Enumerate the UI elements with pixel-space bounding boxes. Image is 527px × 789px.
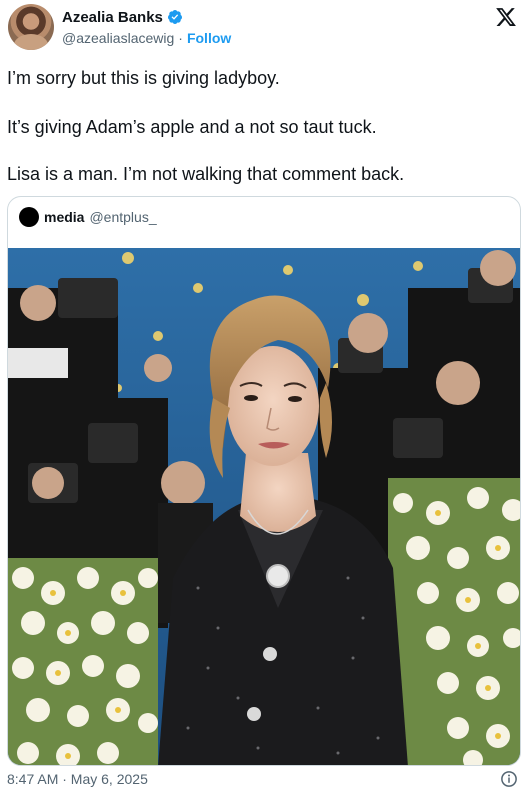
tweet-text-line-1: I’m sorry but this is giving ladyboy.	[7, 68, 280, 88]
timestamp-text[interactable]: 8:47 AM · May 6, 2025	[7, 771, 148, 787]
author-avatar[interactable]	[8, 4, 54, 50]
author-name[interactable]: Azealia Banks	[62, 9, 163, 26]
info-icon[interactable]	[500, 770, 518, 788]
tweet-text-line-2: It’s giving Adam’s apple and a not so ta…	[7, 117, 377, 137]
tweet-timestamp[interactable]: 8:47 AM · May 6, 2025	[7, 770, 148, 788]
separator-dot: ·	[178, 30, 183, 46]
verified-badge-icon	[167, 10, 182, 24]
quoted-author-avatar	[19, 207, 39, 227]
author-handle-row: @azealiaslacewig · Follow	[62, 30, 231, 46]
author-handle[interactable]: @azealiaslacewig	[62, 30, 174, 46]
quoted-tweet-header: media @entplus_	[19, 207, 157, 227]
x-logo-icon[interactable]	[495, 6, 517, 28]
author-name-row: Azealia Banks	[62, 8, 183, 26]
quoted-author-name: media	[44, 209, 85, 225]
quoted-tweet-photo[interactable]	[8, 248, 521, 766]
tweet-text-line-3: Lisa is a man. I’m not walking that comm…	[7, 164, 405, 184]
follow-button[interactable]: Follow	[187, 30, 231, 46]
tweet-header: Azealia Banks @azealiaslacewig · Follow	[0, 0, 527, 56]
quoted-author-handle: @entplus_	[89, 209, 157, 225]
quoted-tweet-card[interactable]: media @entplus_	[7, 196, 521, 766]
